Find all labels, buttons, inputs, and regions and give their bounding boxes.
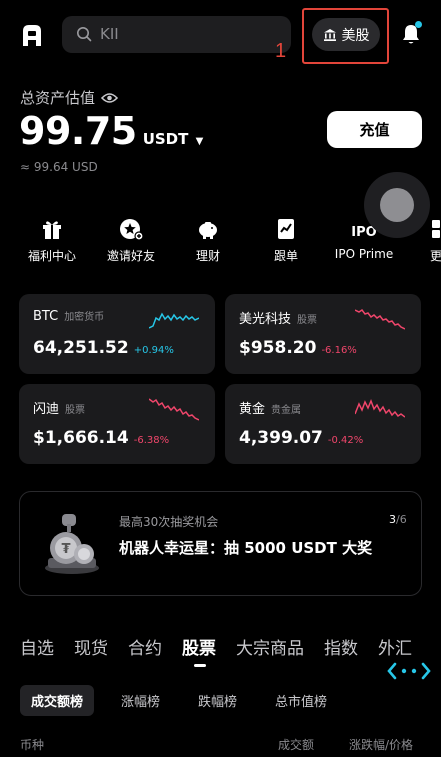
promo-banner[interactable]: ₮ 最高30次抽奖机会 机器人幸运星：抽 5000 USDT 大奖 3/6 xyxy=(19,491,422,596)
promo-page-current: 3 xyxy=(389,513,396,526)
card-change: -6.16% xyxy=(321,345,357,356)
tab-gainers-rank[interactable]: 涨幅榜 xyxy=(110,685,171,716)
expand-tabs-icon[interactable] xyxy=(386,660,432,682)
market-switch-label: 美股 xyxy=(341,27,370,44)
card-price: $958.20 xyxy=(239,338,317,358)
tab-commodities[interactable]: 大宗商品 xyxy=(236,634,304,659)
tab-turnover-rank[interactable]: 成交额榜 xyxy=(20,685,95,716)
tab-forex[interactable]: 外汇 xyxy=(378,634,412,659)
bank-icon xyxy=(323,28,336,41)
caret-down-icon: ▼ xyxy=(195,136,204,147)
search-bar[interactable]: KII xyxy=(62,16,291,53)
svg-text:₮: ₮ xyxy=(61,542,70,557)
balance-unit-selector[interactable]: USDT ▼ xyxy=(143,130,204,148)
tab-spot[interactable]: 现货 xyxy=(74,634,108,659)
total-assets-text: 总资产估值 xyxy=(20,89,96,107)
card-tag: 贵金属 xyxy=(271,405,302,416)
tab-market-cap-rank[interactable]: 总市值榜 xyxy=(264,685,338,716)
column-volume-header[interactable]: 成交额 xyxy=(278,736,314,753)
sparkline-chart xyxy=(149,398,199,421)
total-assets-label: 总资产估值 xyxy=(20,87,119,108)
market-switch-button[interactable]: 美股 xyxy=(312,18,380,51)
shortcut-label: IPO Prime xyxy=(334,247,394,261)
gift-icon xyxy=(43,221,61,239)
sparkline-chart xyxy=(355,308,405,330)
annotation-number: 1 xyxy=(275,40,287,62)
balance-value: 99.75 xyxy=(19,109,137,153)
search-icon xyxy=(77,27,92,42)
tab-stocks[interactable]: 股票 xyxy=(182,634,216,667)
market-card-btc[interactable]: BTC 加密货币 64,251.52 +0.94% xyxy=(19,294,215,374)
shortcut-label: 邀请好友 xyxy=(106,249,155,263)
card-tag: 股票 xyxy=(297,315,318,326)
ranking-tabs: 成交额榜 涨幅榜 跌幅榜 总市值榜 xyxy=(20,685,354,716)
card-price: 64,251.52 xyxy=(33,338,129,358)
market-card-micron[interactable]: 美光科技 股票 $958.20 -6.16% xyxy=(225,294,421,374)
floating-assistive-button[interactable] xyxy=(364,172,430,238)
market-card-sandisk[interactable]: 闪迪 股票 $1,666.14 -6.38% xyxy=(19,384,215,464)
notification-dot xyxy=(415,21,422,28)
shortcut-label: 福利中心 xyxy=(27,249,76,263)
tab-losers-rank[interactable]: 跌幅榜 xyxy=(187,685,248,716)
shortcut-invite[interactable]: 邀请好友 xyxy=(91,217,171,264)
card-tag: 加密货币 xyxy=(64,312,105,323)
promo-title: 机器人幸运星：抽 5000 USDT 大奖 xyxy=(119,539,373,557)
card-change: +0.94% xyxy=(133,345,174,356)
card-name: 黄金 xyxy=(239,402,266,417)
top-bar: KII 美股 1 xyxy=(0,0,441,72)
sparkline-chart xyxy=(149,312,199,329)
shortcut-copy-trade[interactable]: 跟单 xyxy=(246,217,326,264)
shortcut-label: 更 xyxy=(430,249,441,263)
card-change: -0.42% xyxy=(327,435,364,446)
eye-icon[interactable] xyxy=(101,92,119,104)
shortcut-label: 理财 xyxy=(195,249,220,263)
floating-button-knob xyxy=(380,188,414,222)
shortcut-earn[interactable]: 理财 xyxy=(168,217,248,264)
card-name: 闪迪 xyxy=(33,402,60,417)
column-name-header[interactable]: 币种 xyxy=(20,736,44,753)
card-name: 美光科技 xyxy=(239,312,292,327)
shortcut-label: 跟单 xyxy=(273,249,298,263)
card-name: BTC xyxy=(33,309,59,324)
tab-watchlist[interactable]: 自选 xyxy=(20,634,54,659)
promo-pagination: 3/6 xyxy=(389,513,407,526)
balance-display: 99.75 USDT ▼ xyxy=(19,109,203,153)
card-tag: 股票 xyxy=(65,405,86,416)
copy-trade-icon xyxy=(278,219,294,239)
card-price: 4,399.07 xyxy=(239,428,323,448)
balance-usd-equivalent: ≈ 99.64 USD xyxy=(20,160,98,174)
shortcut-welfare[interactable]: 福利中心 xyxy=(12,217,92,264)
card-price: $1,666.14 xyxy=(33,428,129,448)
column-change-header[interactable]: 涨跌幅/价格 xyxy=(349,736,413,753)
promo-page-total: /6 xyxy=(396,513,407,526)
promo-subtitle: 最高30次抽奖机会 xyxy=(119,515,219,529)
category-tabs: 自选 现货 合约 股票 大宗商品 指数 外汇 xyxy=(20,634,412,667)
piggy-bank-icon xyxy=(199,222,217,239)
deposit-button[interactable]: 充值 xyxy=(327,111,422,148)
invite-icon xyxy=(120,219,143,241)
card-change: -6.38% xyxy=(133,435,170,446)
sparkline-chart xyxy=(355,398,405,418)
tab-futures[interactable]: 合约 xyxy=(128,634,162,659)
search-input[interactable]: KII xyxy=(100,25,119,43)
more-icon xyxy=(432,220,440,238)
market-card-gold[interactable]: 黄金 贵金属 4,399.07 -0.42% xyxy=(225,384,421,464)
tab-indices[interactable]: 指数 xyxy=(324,634,358,659)
robot-prize-icon: ₮ xyxy=(45,514,99,574)
app-logo-icon[interactable] xyxy=(19,22,45,48)
balance-unit: USDT xyxy=(142,130,189,148)
